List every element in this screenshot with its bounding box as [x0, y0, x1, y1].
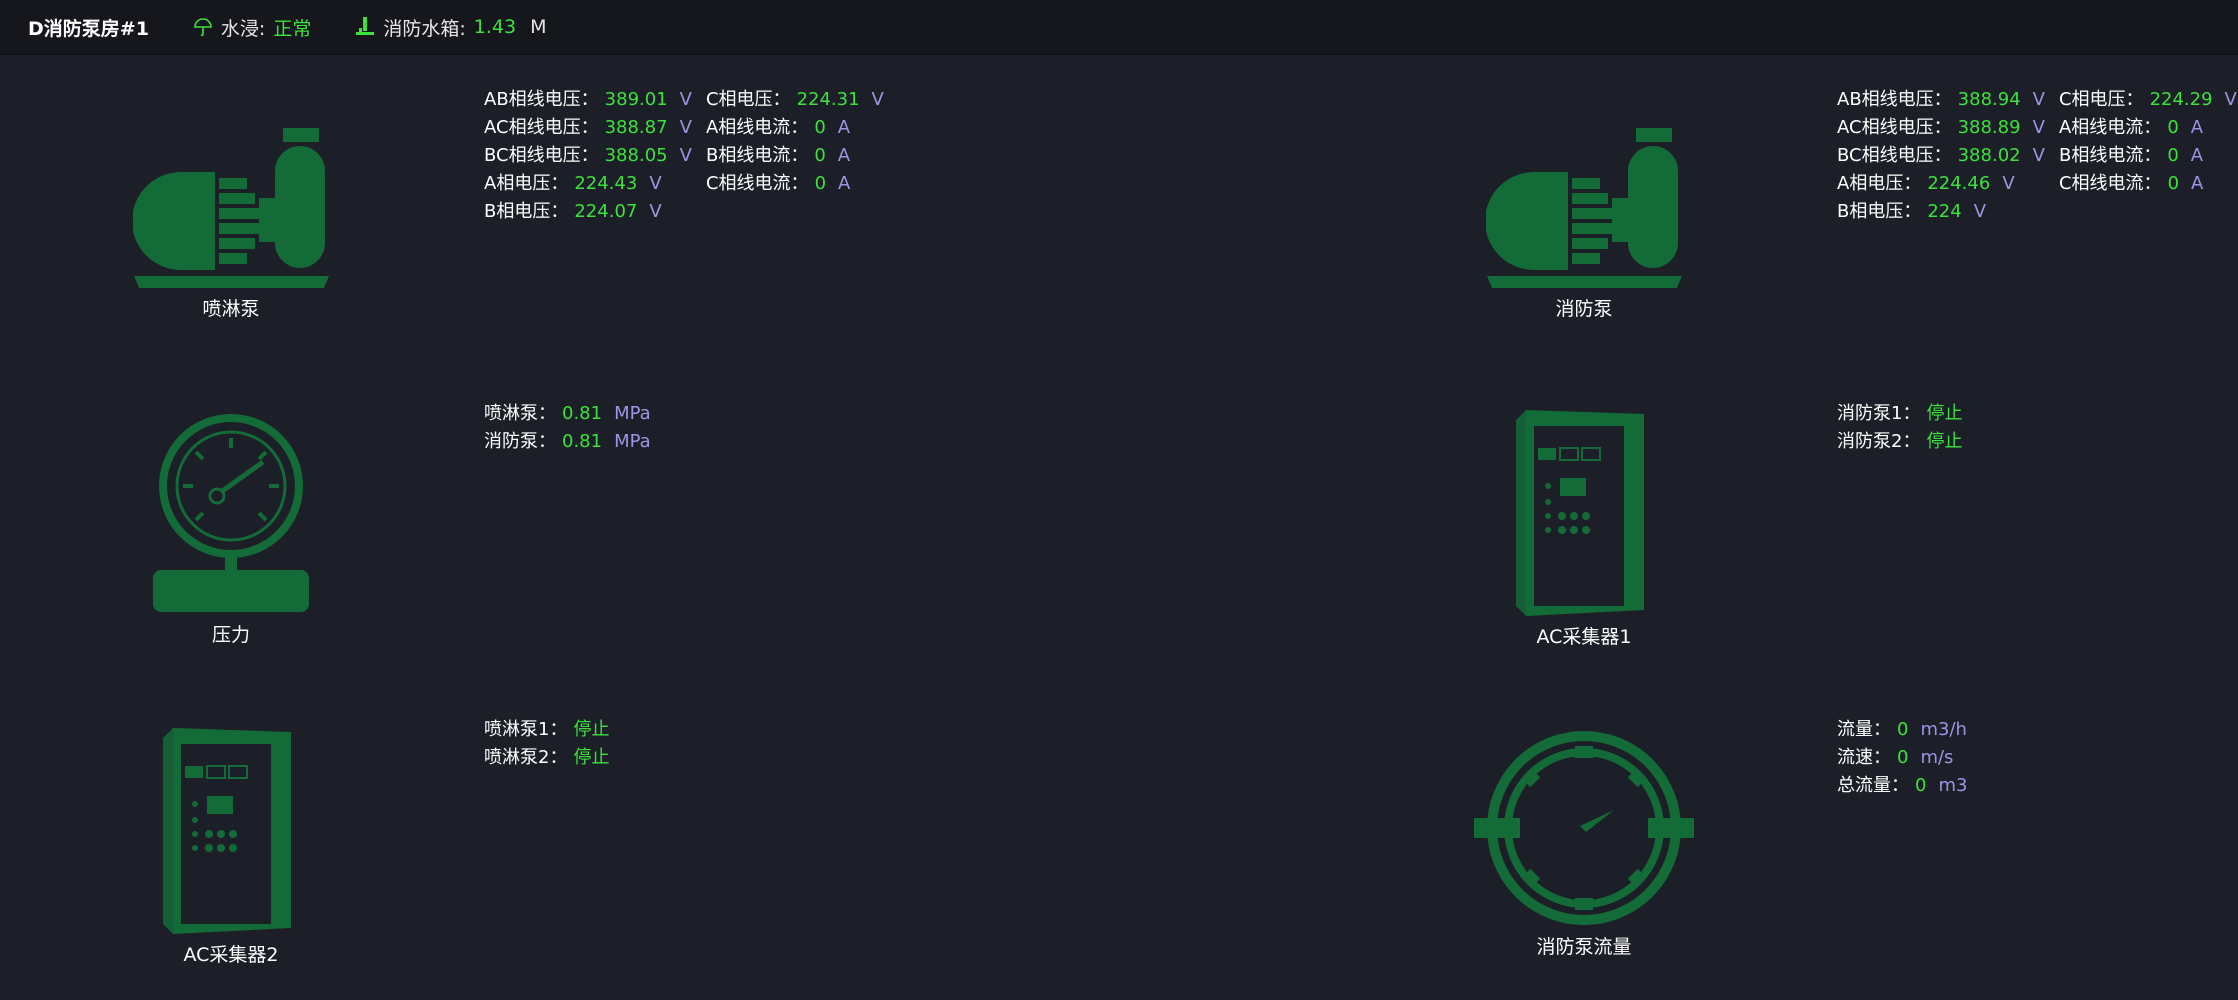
info-row: AC相线电压： 388.87 V — [484, 117, 692, 138]
ac-collector-2-device[interactable]: AC采集器2 — [131, 728, 331, 967]
pressure-label: 压力 — [211, 624, 250, 646]
sprinkler-pump-device[interactable]: 喷淋泵 — [131, 122, 331, 321]
info-row: 消防泵2： 停止 — [1837, 431, 1963, 452]
info-row: C相电压： 224.31 V — [705, 89, 884, 110]
info-row: AC相线电压： 388.89 V — [1837, 117, 2045, 138]
ac-collector-1-panel: 消防泵1： 停止 消防泵2： 停止 — [1837, 400, 1962, 456]
top-bar: D消防泵房#1 水浸: 正常 消防水箱: 1.43 M — [0, 0, 2238, 55]
fire-pump-label: 消防泵 — [1555, 298, 1613, 320]
sprinkler-electric-col2: C相电压： 224.31 V A相线电流： 0 A B相线电流： 0 A C相线电流： 0 A — [706, 86, 884, 226]
info-row: 流速： 0 m/s — [1837, 747, 1954, 768]
pressure-device[interactable]: 压力 — [131, 410, 331, 647]
info-row: B相线电流： 0 A — [2058, 145, 2204, 166]
sprinkler-pump-label: 喷淋泵 — [202, 298, 260, 320]
info-row: AB相线电压： 389.01 V — [484, 89, 692, 110]
info-row: B相线电流： 0 A — [705, 145, 851, 166]
cabinet-icon — [163, 728, 291, 934]
ac-collector-1-label: AC采集器1 — [1536, 626, 1632, 648]
ac-collector-2-panel: 喷淋泵1： 停止 喷淋泵2： 停止 — [484, 716, 609, 772]
info-row: C相电压： 224.29 V — [2058, 89, 2237, 110]
info-row: 喷淋泵1： 停止 — [484, 719, 610, 740]
flow-meter-device[interactable]: 消防泵流量 — [1474, 730, 1694, 959]
info-row: A相电压： 224.46 V — [1837, 173, 2015, 194]
info-row: B相电压： 224 V — [1837, 201, 1987, 222]
page-title: D消防泵房#1 — [28, 17, 149, 40]
fire-pump-device[interactable]: 消防泵 — [1484, 122, 1684, 321]
sprinkler-electric-panel: AB相线电压： 389.01 V AC相线电压： 388.87 V BC相线电压： 388… — [484, 86, 898, 226]
pump-icon — [1486, 128, 1682, 288]
pressure-gauge-icon — [153, 414, 309, 612]
umbrella-icon — [194, 18, 212, 37]
info-row: A相电压： 224.43 V — [484, 173, 662, 194]
fire-electric-panel: AB相线电压： 388.94 V AC相线电压： 388.89 V BC相线电压： 388… — [1837, 86, 2238, 226]
info-row: 消防泵1： 停止 — [1837, 403, 1963, 424]
info-row: C相线电流： 0 A — [2058, 173, 2204, 194]
water-level-icon — [356, 17, 375, 35]
tank-value: 1.43 — [473, 16, 517, 38]
water-label: 水浸: — [220, 17, 266, 40]
tank-label: 消防水箱: — [383, 17, 466, 40]
sprinkler-electric-col1: AB相线电压： 389.01 V AC相线电压： 388.87 V BC相线电压： 388… — [484, 86, 692, 226]
flow-meter-label: 消防泵流量 — [1536, 936, 1632, 958]
tank-status: 消防水箱: 1.43 M — [355, 14, 546, 41]
info-row: 流量： 0 m3/h — [1837, 719, 1967, 740]
fire-electric-col2: C相电压： 224.29 V A相线电流： 0 A B相线电流： 0 A C相线电流： 0 A — [2059, 86, 2237, 226]
tank-unit: M — [530, 16, 547, 38]
info-row: AB相线电压： 388.94 V — [1837, 89, 2045, 110]
pump-icon — [133, 128, 329, 288]
info-row: BC相线电压： 388.05 V — [484, 145, 692, 166]
info-row: 喷淋泵： 0.81 MPa — [484, 403, 651, 424]
info-row: BC相线电压： 388.02 V — [1837, 145, 2045, 166]
ac-collector-2-label: AC采集器2 — [183, 944, 279, 966]
info-row: 总流量： 0 m3 — [1837, 775, 1968, 796]
flow-meter-icon — [1474, 731, 1694, 925]
cabinet-icon — [1516, 410, 1644, 616]
fire-electric-col1: AB相线电压： 388.94 V AC相线电压： 388.89 V BC相线电压： 388… — [1837, 86, 2045, 226]
info-row: A相线电流： 0 A — [2058, 117, 2204, 138]
info-row: A相线电流： 0 A — [705, 117, 851, 138]
water-value: 正常 — [273, 17, 312, 40]
flow-panel: 流量： 0 m3/h 流速： 0 m/s 总流量： 0 m3 — [1837, 716, 1967, 800]
pressure-panel: 喷淋泵： 0.81 MPa 消防泵： 0.81 MPa — [484, 400, 651, 456]
info-row: 喷淋泵2： 停止 — [484, 747, 610, 768]
water-status: 水浸: 正常 — [193, 14, 311, 41]
info-row: 消防泵： 0.81 MPa — [484, 431, 651, 452]
info-row: B相电压： 224.07 V — [484, 201, 662, 222]
info-row: C相线电流： 0 A — [705, 173, 851, 194]
ac-collector-1-device[interactable]: AC采集器1 — [1484, 410, 1684, 649]
